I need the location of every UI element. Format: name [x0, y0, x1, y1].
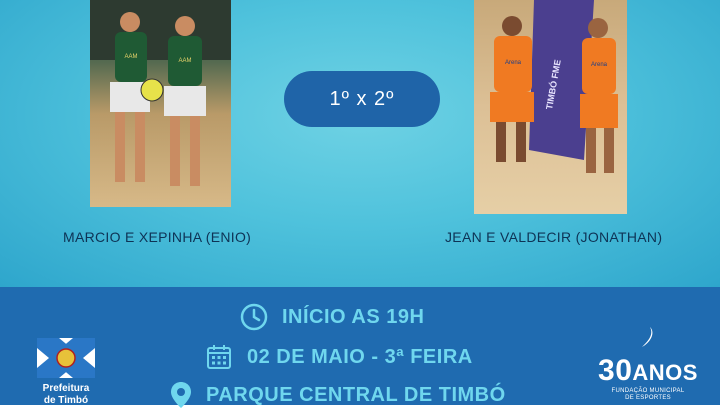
calendar-icon — [205, 343, 233, 371]
team-name-right: JEAN E VALDECIR (JONATHAN) — [445, 229, 663, 245]
team-photo-right-art: TIMBÓ FME Arena Arena — [490, 0, 618, 173]
anos-title: 30ANOS — [596, 354, 700, 388]
team-name-left: MARCIO E XEPINHA (ENIO) — [63, 229, 252, 245]
fme-30-anos-logo: 30ANOS FUNDAÇÃO MUNICIPAL DE ESPORTES — [596, 325, 700, 402]
clock-icon — [240, 303, 268, 331]
anos-number: 30 — [598, 354, 633, 387]
prefeitura-line2: de Timbó — [43, 395, 89, 406]
prefeitura-logo: Prefeitura de Timbó — [36, 338, 96, 407]
date-row: 02 DE MAIO - 3ª FEIRA — [205, 343, 473, 371]
timbo-flag-icon — [37, 338, 95, 378]
time-row: INÍCIO AS 19H — [240, 303, 424, 331]
time-text: INÍCIO AS 19H — [282, 305, 425, 328]
team-photo-left-art: AAM AAM — [90, 0, 231, 186]
match-position-label: 1º x 2º — [329, 87, 395, 110]
date-text: 02 DE MAIO - 3ª FEIRA — [247, 345, 473, 368]
jersey-text-right-2: Arena — [591, 62, 608, 68]
team-photo-right: TIMBÓ FME Arena Arena — [474, 0, 627, 214]
fund-line2: DE ESPORTES — [625, 395, 671, 401]
prefeitura-line1: Prefeitura — [42, 383, 90, 394]
jersey-text-left-1: AAM — [124, 54, 137, 60]
match-position-pill: 1º x 2º — [284, 71, 440, 127]
fund-line1: FUNDAÇÃO MUNICIPAL — [611, 388, 685, 394]
team-photo-left: AAM AAM — [90, 0, 231, 207]
jersey-text-right-1: Arena — [505, 60, 522, 66]
jersey-text-left-2: AAM — [178, 58, 191, 64]
fme-swoosh-icon — [642, 327, 653, 347]
place-text: PARQUE CENTRAL DE TIMBÓ — [206, 383, 506, 406]
anos-word: ANOS — [632, 360, 698, 385]
